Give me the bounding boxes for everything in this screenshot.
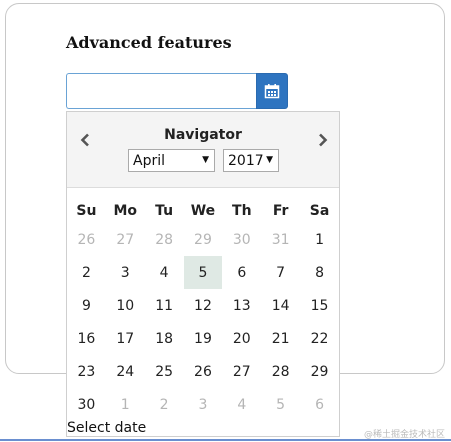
calendar-day-other-month[interactable]: 30 — [222, 223, 261, 256]
calendar-day[interactable]: 23 — [67, 355, 106, 388]
weekday-label: We — [190, 202, 216, 219]
weekday-label: Tu — [155, 202, 174, 219]
calendar-day[interactable]: 25 — [145, 355, 184, 388]
calendar-day-other-month[interactable]: 3 — [184, 388, 223, 421]
calendar-grid: Su Mo Tu We Th Fr Sa 26 27 28 29 30 31 1 2 3 4 5 6 7… — [67, 198, 339, 421]
calendar-day[interactable]: 6 — [222, 256, 261, 289]
weekday-header-row: Su Mo Tu We Th Fr Sa — [67, 198, 339, 223]
month-select[interactable]: April ▼ — [128, 149, 215, 172]
calendar-day[interactable]: 19 — [184, 322, 223, 355]
calendar-day[interactable]: 24 — [106, 355, 145, 388]
calendar-day-other-month[interactable]: 26 — [67, 223, 106, 256]
caret-down-icon: ▼ — [266, 155, 273, 165]
navigator-title: Navigator — [164, 127, 242, 143]
calendar-day[interactable]: 26 — [184, 355, 223, 388]
calendar-day-other-month[interactable]: 31 — [261, 223, 300, 256]
calendar-week-row: 26 27 28 29 30 31 1 — [67, 223, 339, 256]
calendar-day[interactable]: 30 — [67, 388, 106, 421]
calendar-day[interactable]: 14 — [261, 289, 300, 322]
navigator-header: Navigator April ▼ 2017 ▼ — [67, 112, 339, 188]
bottom-divider — [0, 439, 451, 441]
calendar-day[interactable]: 20 — [222, 322, 261, 355]
calendar-day[interactable]: 22 — [300, 322, 339, 355]
calendar-day-other-month[interactable]: 28 — [145, 223, 184, 256]
next-month-button[interactable] — [313, 130, 333, 150]
calendar-day[interactable]: 15 — [300, 289, 339, 322]
calendar-day-other-month[interactable]: 6 — [300, 388, 339, 421]
calendar-day-other-month[interactable]: 5 — [261, 388, 300, 421]
calendar-week-row: 2345678 — [67, 256, 339, 289]
calendar-day[interactable]: 1 — [300, 223, 339, 256]
select-date-label: Select date — [67, 420, 147, 436]
calendar-day-today[interactable]: 5 — [183, 256, 223, 289]
calendar-day-other-month[interactable]: 2 — [145, 388, 184, 421]
calendar-day[interactable]: 29 — [300, 355, 339, 388]
calendar-day-other-month[interactable]: 27 — [106, 223, 145, 256]
calendar-day[interactable]: 16 — [67, 322, 106, 355]
month-select-value: April — [133, 152, 165, 169]
year-select-value: 2017 — [228, 152, 264, 169]
calendar-day[interactable]: 12 — [184, 289, 223, 322]
date-input[interactable] — [66, 73, 256, 109]
calendar-day[interactable]: 18 — [145, 322, 184, 355]
open-calendar-button[interactable] — [256, 73, 288, 109]
calendar-day-other-month[interactable]: 4 — [222, 388, 261, 421]
chevron-right-icon — [319, 133, 328, 147]
calendar-day-other-month[interactable]: 29 — [184, 223, 223, 256]
weekday-label: Su — [76, 202, 97, 219]
calendar-day[interactable]: 11 — [145, 289, 184, 322]
calendar-day[interactable]: 10 — [106, 289, 145, 322]
calendar-day[interactable]: 8 — [300, 256, 339, 289]
calendar-day[interactable]: 2 — [67, 256, 106, 289]
calendar-popup: Navigator April ▼ 2017 ▼ Su Mo Tu We Th … — [66, 111, 340, 437]
weekday-label: Mo — [113, 202, 138, 219]
calendar-day[interactable]: 28 — [261, 355, 300, 388]
calendar-day[interactable]: 4 — [145, 256, 184, 289]
calendar-week-row: 9 10 11 12 13 14 15 — [67, 289, 339, 322]
calendar-day[interactable]: 7 — [261, 256, 300, 289]
calendar-week-row: 30 1 2 3 4 5 6 — [67, 388, 339, 421]
year-select[interactable]: 2017 ▼ — [223, 149, 279, 172]
calendar-day[interactable]: 3 — [106, 256, 145, 289]
weekday-label: Th — [232, 202, 252, 219]
weekday-label: Sa — [309, 202, 330, 219]
calendar-day[interactable]: 9 — [67, 289, 106, 322]
caret-down-icon: ▼ — [202, 155, 209, 165]
calendar-week-row: 23 24 25 26 27 28 29 — [67, 355, 339, 388]
calendar-day[interactable]: 13 — [222, 289, 261, 322]
weekday-label: Fr — [272, 202, 289, 219]
calendar-week-row: 16 17 18 19 20 21 22 — [67, 322, 339, 355]
calendar-day[interactable]: 27 — [222, 355, 261, 388]
calendar-icon — [264, 84, 280, 99]
section-heading: Advanced features — [66, 33, 232, 52]
calendar-day-other-month[interactable]: 1 — [106, 388, 145, 421]
calendar-day[interactable]: 21 — [261, 322, 300, 355]
calendar-day[interactable]: 17 — [106, 322, 145, 355]
